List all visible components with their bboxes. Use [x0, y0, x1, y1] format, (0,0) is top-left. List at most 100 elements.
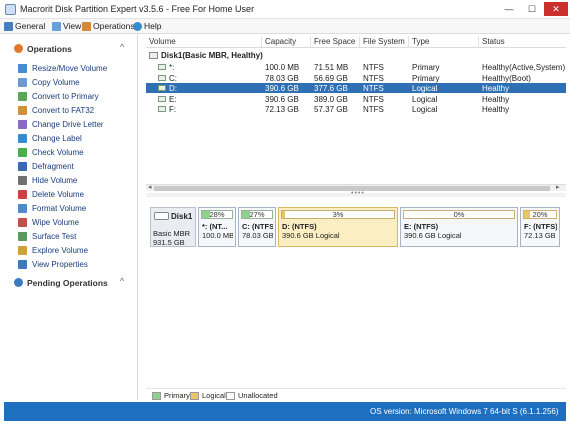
cell-capacity: 390.6 GB	[265, 94, 299, 104]
cell-type: Primary	[412, 63, 440, 72]
legend-primary: Primary	[152, 391, 190, 400]
partition-icon	[158, 95, 166, 102]
cell-type: Logical	[412, 84, 438, 93]
view-icon	[52, 21, 61, 31]
partition-name: C: (NTFS)	[242, 222, 273, 231]
usage-bar: 27%	[241, 210, 273, 219]
general-icon	[4, 21, 13, 31]
sidebar-op-hide-volume[interactable]: Hide Volume	[18, 174, 77, 186]
status-bar: OS version: Microsoft Windows 7 64-bit S…	[4, 402, 566, 421]
sidebar-op-label: Convert to Primary	[32, 91, 99, 101]
cell-type: Primary	[412, 73, 440, 83]
column-divider[interactable]	[261, 36, 262, 48]
menu-help[interactable]: Help	[133, 21, 161, 31]
sidebar-op-view-properties[interactable]: View Properties	[18, 258, 88, 270]
partition-icon	[158, 64, 166, 70]
menu-view[interactable]: View	[52, 21, 81, 31]
sidebar-op-change-drive-letter[interactable]: Change Drive Letter	[18, 118, 104, 130]
usage-percent: 27%	[249, 210, 265, 219]
maximize-button[interactable]: ☐	[521, 2, 543, 16]
cell-free: 56.69 GB	[314, 73, 348, 83]
cell-fs: NTFS	[363, 73, 384, 83]
partition-block[interactable]: 0% E: (NTFS) 390.6 GB Logical	[400, 207, 518, 247]
copy-icon	[18, 77, 27, 87]
chevron-up-icon[interactable]: ^	[120, 276, 124, 286]
col-capacity[interactable]: Capacity	[265, 37, 296, 46]
sidebar-op-label: Explore Volume	[32, 245, 89, 255]
col-file-system[interactable]: File System	[363, 37, 405, 46]
menu-bar: General View Operations Help	[0, 19, 570, 34]
menu-general[interactable]: General	[4, 21, 45, 31]
disk-label: Disk1(Basic MBR, Healthy)	[161, 51, 263, 60]
sidebar-op-check-volume[interactable]: Check Volume	[18, 146, 84, 158]
table-row[interactable]: E: 390.6 GB 389.0 GB NTFS Logical Healthy	[146, 94, 566, 104]
delete-icon	[18, 189, 27, 199]
menu-help-label: Help	[144, 21, 162, 31]
column-divider[interactable]	[478, 36, 479, 48]
sidebar-op-convert-to-primary[interactable]: Convert to Primary	[18, 90, 99, 102]
cell-type: Logical	[412, 94, 438, 104]
pane-splitter[interactable]: ••••	[146, 190, 566, 197]
splitter-grip-icon[interactable]: ••••	[351, 190, 365, 197]
col-status[interactable]: Status	[482, 37, 505, 46]
minimize-button[interactable]: —	[498, 2, 520, 16]
col-volume[interactable]: Volume	[149, 37, 176, 46]
operations-header[interactable]: Operations ^	[0, 40, 138, 56]
sidebar-op-resize-move-volume[interactable]: Resize/Move Volume	[18, 62, 107, 74]
scroll-left-icon[interactable]: ◂	[148, 183, 152, 191]
table-row[interactable]: C: 78.03 GB 56.69 GB NTFS Primary Healthy(Boo…	[146, 73, 566, 83]
column-divider[interactable]	[359, 36, 360, 48]
legend-unallocated: Unallocated	[226, 391, 278, 400]
scroll-right-icon[interactable]: ▸	[556, 183, 560, 191]
chevron-up-icon[interactable]: ^	[120, 42, 124, 52]
usage-bar: 28%	[201, 210, 233, 219]
column-divider[interactable]	[408, 36, 409, 48]
explore-icon	[18, 245, 27, 255]
usage-bar: 20%	[523, 210, 557, 219]
table-header: Volume Capacity Free Space File System T…	[146, 36, 566, 48]
partition-block[interactable]: 28% *: (NT...100.0 MB P...	[198, 207, 236, 247]
cell-capacity: 100.0 MB	[265, 63, 300, 72]
sidebar-op-copy-volume[interactable]: Copy Volume	[18, 76, 80, 88]
menu-operations[interactable]: Operations	[82, 21, 135, 31]
sidebar-op-delete-volume[interactable]: Delete Volume	[18, 188, 84, 200]
disk-name: Disk1	[171, 212, 193, 221]
sidebar-op-change-label[interactable]: Change Label	[18, 132, 82, 144]
cell-capacity: 72.13 GB	[265, 105, 299, 114]
usage-percent: 20%	[532, 210, 548, 219]
sidebar-op-label: Defragment	[32, 161, 74, 171]
cell-status: Healthy	[482, 94, 510, 104]
table-row[interactable]: F: 72.13 GB 57.37 GB NTFS Logical Healthy	[146, 104, 566, 114]
disk-card[interactable]: Disk1 Basic MBR 931.5 GB	[150, 207, 196, 247]
sidebar-op-convert-to-fat32[interactable]: Convert to FAT32	[18, 104, 94, 116]
legend-logical-label: Logical	[202, 391, 226, 400]
sidebar-op-label: Copy Volume	[32, 77, 80, 87]
column-divider[interactable]	[310, 36, 311, 48]
sidebar-op-surface-test[interactable]: Surface Test	[18, 230, 76, 242]
close-button[interactable]: ✕	[544, 2, 568, 16]
sidebar-op-wipe-volume[interactable]: Wipe Volume	[18, 216, 79, 228]
sidebar-op-explore-volume[interactable]: Explore Volume	[18, 244, 88, 256]
partition-info: 72.13 GB ...	[524, 231, 557, 240]
cell-fs: NTFS	[363, 84, 384, 93]
col-type[interactable]: Type	[412, 37, 429, 46]
sidebar-op-format-volume[interactable]: Format Volume	[18, 202, 86, 214]
disk-row[interactable]: Disk1(Basic MBR, Healthy)	[146, 50, 566, 61]
pending-operations-header[interactable]: Pending Operations ^	[0, 274, 138, 290]
partition-block[interactable]: 27% C: (NTFS)78.03 GB P...	[238, 207, 276, 247]
sidebar-op-label: Surface Test	[32, 231, 77, 241]
table-row[interactable]: D: 390.6 GB 377.6 GB NTFS Logical Healthy	[146, 83, 566, 93]
partition-block[interactable]: 20% F: (NTFS)72.13 GB ...	[520, 207, 560, 247]
col-free-space[interactable]: Free Space	[314, 37, 355, 46]
partition-block[interactable]: 3% D: (NTFS) 390.6 GB Logical	[278, 207, 398, 247]
primary-swatch	[152, 391, 161, 400]
usage-bar: 3%	[281, 210, 395, 219]
cell-volume: E:	[169, 94, 177, 104]
table-row[interactable]: *: 100.0 MB 71.51 MB NTFS Primary Healthy(Act…	[146, 62, 566, 72]
partition-info: 390.6 GB Logical	[404, 231, 462, 240]
sidebar-op-label: Hide Volume	[32, 175, 78, 185]
cell-free: 57.37 GB	[314, 105, 348, 114]
legend-primary-label: Primary	[164, 391, 190, 400]
sidebar-op-defragment[interactable]: Defragment	[18, 160, 74, 172]
convert-fat32-icon	[18, 105, 27, 115]
